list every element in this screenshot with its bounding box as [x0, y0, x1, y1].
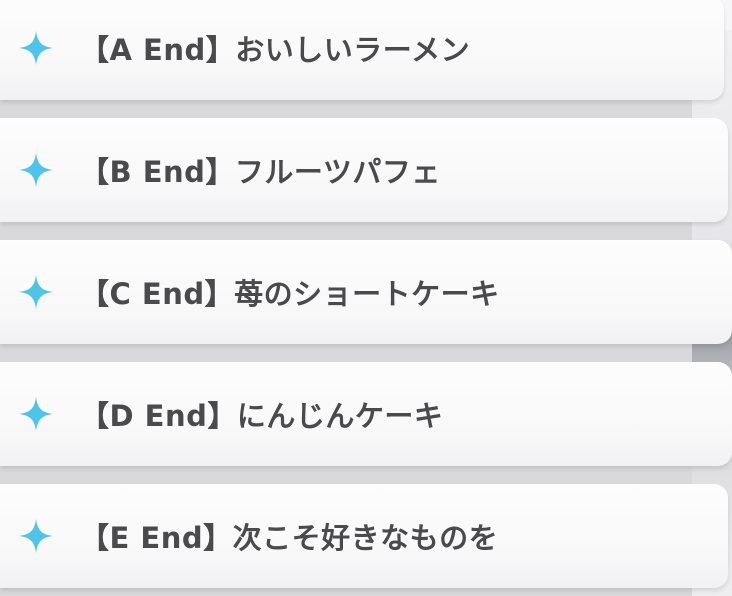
- choice-button-e-end[interactable]: 【E End】次こそ好きなものを: [0, 484, 728, 588]
- choice-button-a-end[interactable]: 【A End】おいしいラーメン: [0, 0, 724, 100]
- choice-label: 【A End】おいしいラーメン: [80, 33, 471, 67]
- choice-label: 【D End】にんじんケーキ: [80, 399, 444, 433]
- sparkle-icon: [18, 152, 54, 188]
- sparkle-icon: [18, 274, 54, 310]
- sparkle-icon: [18, 518, 54, 554]
- choice-button-d-end[interactable]: 【D End】にんじんケーキ: [0, 362, 732, 466]
- choice-button-c-end[interactable]: 【C End】苺のショートケーキ: [0, 240, 732, 344]
- choice-list: 【A End】おいしいラーメン 【B End】フルーツパフェ 【C End】苺の…: [0, 0, 732, 596]
- choice-label: 【B End】フルーツパフェ: [80, 155, 441, 189]
- choice-button-b-end[interactable]: 【B End】フルーツパフェ: [0, 118, 728, 222]
- sparkle-icon: [18, 30, 54, 66]
- sparkle-icon: [18, 396, 54, 432]
- choice-label: 【E End】次こそ好きなものを: [80, 521, 499, 555]
- choice-label: 【C End】苺のショートケーキ: [80, 277, 500, 311]
